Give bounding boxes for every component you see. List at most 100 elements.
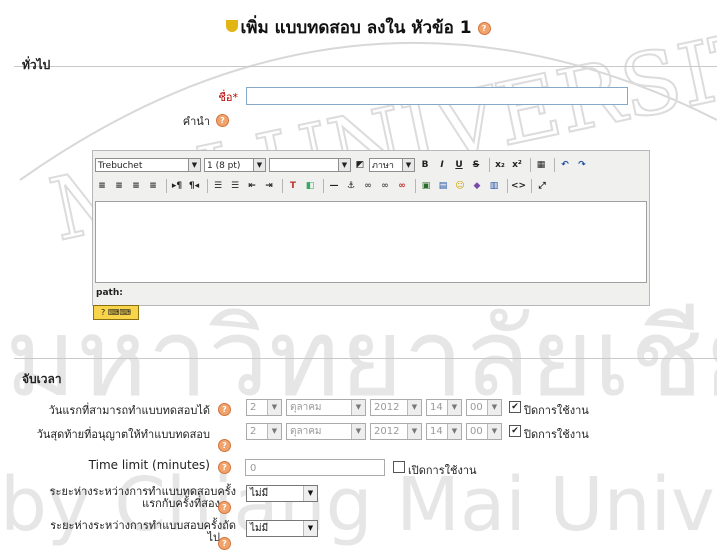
open-minute-select[interactable]: 00 ▼ xyxy=(466,399,502,416)
toolbar-separator xyxy=(282,179,283,193)
horizontal-rule-icon[interactable]: — xyxy=(327,179,341,193)
editor-toolbar-row-2: ≡ ≡ ≡ ≡ ▸¶ ¶◂ ☰ ☰ ⇤ ⇥ T ◧ — ⚓ ∞ ∞ ∞ ▣ ▤ … xyxy=(95,177,552,195)
chevron-down-icon: ▼ xyxy=(351,400,365,415)
link-icon[interactable]: ∞ xyxy=(361,179,375,193)
chevron-down-icon: ▼ xyxy=(407,424,421,439)
italic-button[interactable]: I xyxy=(435,158,449,172)
language-select[interactable]: ภาษา ▼ xyxy=(369,158,415,172)
delay1-value: ไม่มี xyxy=(250,488,269,499)
time-limit-help-icon[interactable]: ? xyxy=(218,461,231,474)
close-minute-select[interactable]: 00 ▼ xyxy=(466,423,502,440)
font-size-select[interactable]: 1 (8 pt) ▼ xyxy=(204,158,266,172)
toolbar-separator xyxy=(207,179,208,193)
toolbar-separator xyxy=(554,158,555,172)
chevron-down-icon: ▼ xyxy=(338,159,350,171)
align-right-icon[interactable]: ≡ xyxy=(129,179,143,193)
chevron-down-icon: ▼ xyxy=(402,159,414,171)
anchor-icon[interactable]: ⚓ xyxy=(344,179,358,193)
open-date-label: วันแรกที่สามารถทำแบบทดสอบได้ xyxy=(48,404,210,417)
search-replace-icon[interactable]: ▥ xyxy=(487,179,501,193)
delay2-label-line1: ระยะห่างระหว่างการทำแบบสอบครั้งถัด xyxy=(50,519,236,532)
ordered-list-icon[interactable]: ☰ xyxy=(211,179,225,193)
open-hour-value: 14 xyxy=(430,402,443,413)
text-color-icon[interactable]: T xyxy=(286,179,300,193)
chevron-down-icon: ▼ xyxy=(253,159,265,171)
ltr-icon[interactable]: ▸¶ xyxy=(170,179,184,193)
chevron-down-icon: ▼ xyxy=(188,159,200,171)
close-month-select[interactable]: ตุลาคม ▼ xyxy=(286,423,366,440)
name-input[interactable] xyxy=(246,87,628,105)
time-limit-label: Time limit (minutes) xyxy=(88,458,210,472)
html-source-icon[interactable]: <> xyxy=(511,179,526,193)
delay1-select[interactable]: ไม่มี ▼ xyxy=(246,485,318,502)
subscript-button[interactable]: x₂ xyxy=(493,158,507,172)
open-disable-checkbox[interactable]: ✔ xyxy=(509,401,521,413)
bold-button[interactable]: B xyxy=(418,158,432,172)
strikethrough-button[interactable]: S xyxy=(469,158,483,172)
delay2-help-icon[interactable]: ? xyxy=(218,537,231,550)
close-date-label: วันสุดท้ายที่อนุญาตให้ทำแบบทดสอบ xyxy=(36,428,210,441)
close-disable-checkbox[interactable]: ✔ xyxy=(509,425,521,437)
close-hour-value: 14 xyxy=(430,426,443,437)
background-color-icon[interactable]: ◧ xyxy=(303,179,317,193)
special-char-icon[interactable]: ◆ xyxy=(470,179,484,193)
open-year-select[interactable]: 2012 ▼ xyxy=(370,399,422,416)
justify-icon[interactable]: ≡ xyxy=(146,179,160,193)
close-day-select[interactable]: 2 ▼ xyxy=(246,423,282,440)
align-left-icon[interactable]: ≡ xyxy=(95,179,109,193)
close-minute-value: 00 xyxy=(470,426,483,437)
align-center-icon[interactable]: ≡ xyxy=(112,179,126,193)
editor-text-area[interactable] xyxy=(95,201,647,283)
time-limit-input[interactable]: 0 xyxy=(245,459,385,476)
image-icon[interactable]: ▣ xyxy=(419,179,433,193)
open-hour-select[interactable]: 14 ▼ xyxy=(426,399,462,416)
rtl-icon[interactable]: ¶◂ xyxy=(187,179,201,193)
delay2-select[interactable]: ไม่มี ▼ xyxy=(246,520,318,537)
page-title-text: เพิ่ม แบบทดสอบ ลงใน หัวข้อ 1 xyxy=(240,18,472,38)
underline-button[interactable]: U xyxy=(452,158,466,172)
intro-help-icon[interactable]: ? xyxy=(216,114,229,127)
redo-icon[interactable]: ↷ xyxy=(575,158,589,172)
open-date-help-icon[interactable]: ? xyxy=(218,403,231,416)
timing-section-divider xyxy=(14,358,717,359)
language-value: ภาษา xyxy=(372,161,394,171)
font-family-select[interactable]: Trebuchet ▼ xyxy=(95,158,201,172)
close-day-value: 2 xyxy=(250,426,257,437)
nolink-icon[interactable]: ∞ xyxy=(395,179,409,193)
chevron-down-icon: ▼ xyxy=(487,424,501,439)
page-title: เพิ่ม แบบทดสอบ ลงใน หัวข้อ 1 ? xyxy=(0,14,717,41)
close-hour-select[interactable]: 14 ▼ xyxy=(426,423,462,440)
unordered-list-icon[interactable]: ☰ xyxy=(228,179,242,193)
fullscreen-icon[interactable]: ⤢ xyxy=(535,179,549,193)
toolbar-separator xyxy=(507,179,508,193)
format-select[interactable]: ▼ xyxy=(269,158,351,172)
help-icon[interactable]: ? xyxy=(477,21,491,35)
chevron-down-icon: ▼ xyxy=(447,400,461,415)
chevron-down-icon: ▼ xyxy=(267,400,281,415)
superscript-button[interactable]: x² xyxy=(510,158,524,172)
delay1-label-line2: แรกกับครั้งที่สอง xyxy=(142,497,220,510)
open-month-select[interactable]: ตุลาคม ▼ xyxy=(286,399,366,416)
indent-icon[interactable]: ⇥ xyxy=(262,179,276,193)
close-date-help-icon[interactable]: ? xyxy=(218,439,231,452)
toolbar-separator xyxy=(530,158,531,172)
open-day-value: 2 xyxy=(250,402,257,413)
close-year-value: 2012 xyxy=(374,426,400,437)
delay1-help-icon[interactable]: ? xyxy=(218,501,231,514)
smiley-icon[interactable]: ☺ xyxy=(453,179,467,193)
open-month-value: ตุลาคม xyxy=(290,402,322,413)
undo-icon[interactable]: ↶ xyxy=(558,158,572,172)
html-editor: Trebuchet ▼ 1 (8 pt) ▼ ▼ ◩ ภาษา ▼ B I U S x… xyxy=(92,150,650,306)
keyboard-help-icon[interactable]: ? ⌨⌨ xyxy=(93,305,139,320)
intro-label-text: คำนำ xyxy=(182,115,210,128)
time-limit-enable-checkbox[interactable] xyxy=(393,461,405,473)
outdent-icon[interactable]: ⇤ xyxy=(245,179,259,193)
chevron-down-icon: ▼ xyxy=(407,400,421,415)
clean-word-icon[interactable]: ▦ xyxy=(534,158,548,172)
table-icon[interactable]: ▤ xyxy=(436,179,450,193)
open-day-select[interactable]: 2 ▼ xyxy=(246,399,282,416)
toolbar-separator xyxy=(415,179,416,193)
unlink-icon[interactable]: ∞ xyxy=(378,179,392,193)
colors-icon[interactable]: ◩ xyxy=(354,158,366,172)
close-year-select[interactable]: 2012 ▼ xyxy=(370,423,422,440)
